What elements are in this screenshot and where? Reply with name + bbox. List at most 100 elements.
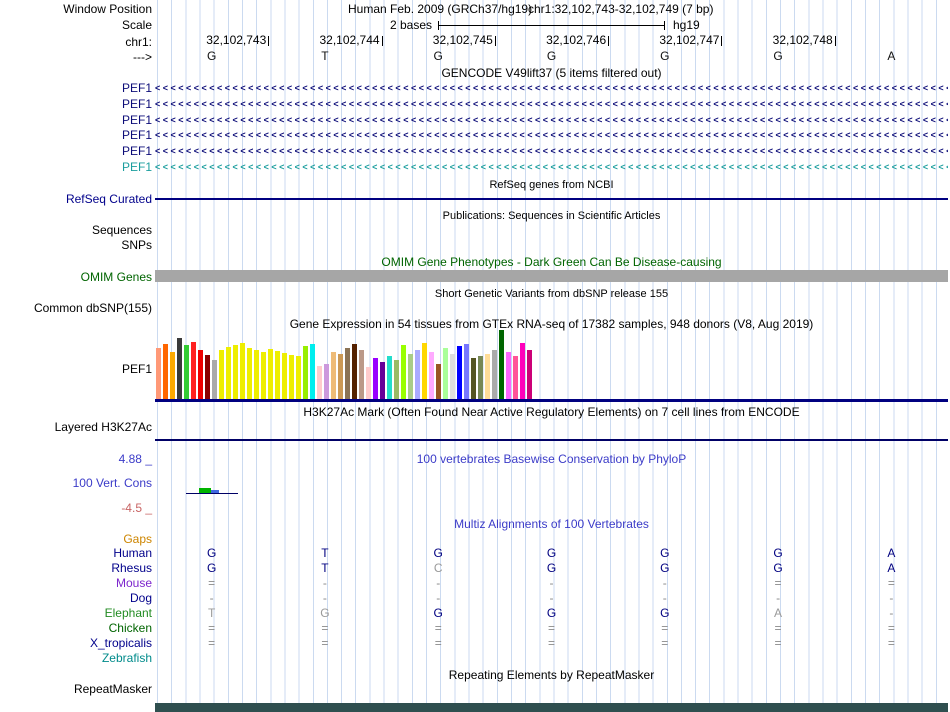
multiz-alignment-cell[interactable]: A xyxy=(887,546,895,560)
multiz-species-label[interactable]: Elephant xyxy=(0,606,152,620)
gtex-tissue-bar[interactable] xyxy=(450,354,455,400)
gtex-tissue-bar[interactable] xyxy=(233,345,238,400)
multiz-alignment-cell[interactable]: = xyxy=(888,636,895,650)
publications-sequences-label[interactable]: Sequences xyxy=(0,223,152,237)
multiz-alignment-cell[interactable]: = xyxy=(208,636,215,650)
common-dbsnp-label[interactable]: Common dbSNP(155) xyxy=(0,301,152,315)
multiz-alignment-cell[interactable]: G xyxy=(434,606,443,620)
repeatmasker-item[interactable] xyxy=(155,703,948,712)
multiz-alignment-cell[interactable]: G xyxy=(320,606,329,620)
gencode-gene-item[interactable]: <<<<<<<<<<<<<<<<<<<<<<<<<<<<<<<<<<<<<<<<… xyxy=(155,147,948,156)
gtex-tissue-bar[interactable] xyxy=(303,346,308,400)
gencode-gene-label[interactable]: PEF1 xyxy=(0,144,152,158)
multiz-alignment-cell[interactable]: = xyxy=(435,636,442,650)
gtex-tissue-bar[interactable] xyxy=(373,358,378,400)
multiz-alignment-cell[interactable]: G xyxy=(660,606,669,620)
layered-h3k27ac-label[interactable]: Layered H3K27Ac xyxy=(0,420,152,434)
gtex-tissue-bar[interactable] xyxy=(261,352,266,400)
gencode-gene-item[interactable]: <<<<<<<<<<<<<<<<<<<<<<<<<<<<<<<<<<<<<<<<… xyxy=(155,116,948,125)
multiz-alignment-cell[interactable]: T xyxy=(321,561,328,575)
multiz-alignment-cell[interactable]: G xyxy=(773,561,782,575)
gencode-gene-label[interactable]: PEF1 xyxy=(0,113,152,127)
gtex-tissue-bar[interactable] xyxy=(401,345,406,400)
multiz-alignment-cell[interactable]: G xyxy=(434,546,443,560)
multiz-alignment-cell[interactable]: G xyxy=(660,546,669,560)
conservation-positive-green-bar[interactable] xyxy=(199,488,211,493)
multiz-alignment-cell[interactable]: - xyxy=(663,591,667,605)
gtex-tissue-bar[interactable] xyxy=(457,346,462,400)
gencode-gene-label[interactable]: PEF1 xyxy=(0,160,152,174)
gtex-tissue-bar[interactable] xyxy=(338,354,343,400)
gencode-gene-label[interactable]: PEF1 xyxy=(0,97,152,111)
multiz-alignment-cell[interactable]: A xyxy=(887,561,895,575)
multiz-alignment-cell[interactable]: = xyxy=(321,621,328,635)
multiz-alignment-cell[interactable]: = xyxy=(435,621,442,635)
gtex-tissue-bar[interactable] xyxy=(184,345,189,400)
gtex-tissue-bar[interactable] xyxy=(205,355,210,400)
multiz-alignment-cell[interactable]: = xyxy=(208,621,215,635)
gtex-tissue-bar[interactable] xyxy=(226,347,231,400)
gtex-tissue-bar[interactable] xyxy=(429,352,434,400)
gtex-tissue-bar[interactable] xyxy=(513,356,518,400)
gtex-tissue-bar[interactable] xyxy=(268,349,273,400)
multiz-alignment-cell[interactable]: = xyxy=(321,636,328,650)
multiz-alignment-cell[interactable]: G xyxy=(547,606,556,620)
gtex-tissue-bar[interactable] xyxy=(471,358,476,400)
gtex-tissue-bar[interactable] xyxy=(331,352,336,400)
gtex-tissue-bar[interactable] xyxy=(170,352,175,400)
multiz-alignment-cell[interactable]: - xyxy=(436,591,440,605)
multiz-alignment-cell[interactable]: = xyxy=(775,621,782,635)
multiz-alignment-cell[interactable]: - xyxy=(323,576,327,590)
multiz-alignment-cell[interactable]: = xyxy=(548,621,555,635)
gtex-tissue-bar[interactable] xyxy=(310,344,315,400)
multiz-alignment-cell[interactable]: - xyxy=(210,591,214,605)
gtex-tissue-bar[interactable] xyxy=(324,364,329,400)
multiz-alignment-cell[interactable]: A xyxy=(774,606,782,620)
gtex-tissue-bar[interactable] xyxy=(177,338,182,400)
refseq-curated-label[interactable]: RefSeq Curated xyxy=(0,192,152,206)
multiz-alignment-cell[interactable]: = xyxy=(775,636,782,650)
multiz-alignment-cell[interactable]: G xyxy=(660,561,669,575)
gencode-gene-item[interactable]: <<<<<<<<<<<<<<<<<<<<<<<<<<<<<<<<<<<<<<<<… xyxy=(155,84,948,93)
gtex-tissue-bar[interactable] xyxy=(415,350,420,400)
gtex-tissue-bar[interactable] xyxy=(352,344,357,400)
multiz-alignment-cell[interactable]: T xyxy=(321,546,328,560)
gtex-tissue-bar[interactable] xyxy=(359,350,364,400)
multiz-alignment-cell[interactable]: G xyxy=(547,546,556,560)
gtex-tissue-bar[interactable] xyxy=(191,342,196,400)
gtex-tissue-bar[interactable] xyxy=(289,355,294,400)
multiz-species-label[interactable]: Zebrafish xyxy=(0,651,152,665)
gtex-tissue-bar[interactable] xyxy=(296,356,301,400)
gtex-tissue-bar[interactable] xyxy=(499,330,504,400)
multiz-alignment-cell[interactable]: = xyxy=(888,621,895,635)
multiz-species-label[interactable]: Human xyxy=(0,546,152,560)
gtex-tissue-bar[interactable] xyxy=(163,344,168,400)
multiz-alignment-cell[interactable]: = xyxy=(775,576,782,590)
multiz-alignment-cell[interactable]: C xyxy=(434,561,443,575)
multiz-alignment-cell[interactable]: G xyxy=(773,546,782,560)
gtex-tissue-bar[interactable] xyxy=(380,362,385,400)
multiz-alignment-cell[interactable]: = xyxy=(661,621,668,635)
conservation-positive-blue-bar[interactable] xyxy=(211,490,219,493)
gtex-tissue-bar[interactable] xyxy=(464,344,469,400)
gtex-tissue-bar[interactable] xyxy=(345,348,350,400)
omim-genes-label[interactable]: OMIM Genes xyxy=(0,270,152,284)
multiz-alignment-cell[interactable]: G xyxy=(207,546,216,560)
gtex-tissue-bar[interactable] xyxy=(254,350,259,400)
multiz-alignment-cell[interactable]: = xyxy=(548,636,555,650)
gtex-tissue-bar[interactable] xyxy=(506,352,511,400)
gtex-tissue-bar[interactable] xyxy=(527,350,532,400)
gtex-tissue-bar[interactable] xyxy=(485,354,490,400)
multiz-alignment-cell[interactable]: T xyxy=(208,606,215,620)
multiz-species-label[interactable]: X_tropicalis xyxy=(0,636,152,650)
gtex-tissue-bar[interactable] xyxy=(394,360,399,400)
gtex-tissue-bar[interactable] xyxy=(247,348,252,400)
gtex-tissue-bar[interactable] xyxy=(436,364,441,400)
multiz-alignment-cell[interactable]: - xyxy=(776,591,780,605)
multiz-species-label[interactable]: Gaps xyxy=(0,532,152,546)
multiz-alignment-cell[interactable]: - xyxy=(550,591,554,605)
gtex-tissue-bar[interactable] xyxy=(317,366,322,400)
gtex-tissue-bar[interactable] xyxy=(212,360,217,400)
multiz-alignment-cell[interactable]: - xyxy=(663,576,667,590)
gtex-tissue-bar[interactable] xyxy=(198,350,203,400)
